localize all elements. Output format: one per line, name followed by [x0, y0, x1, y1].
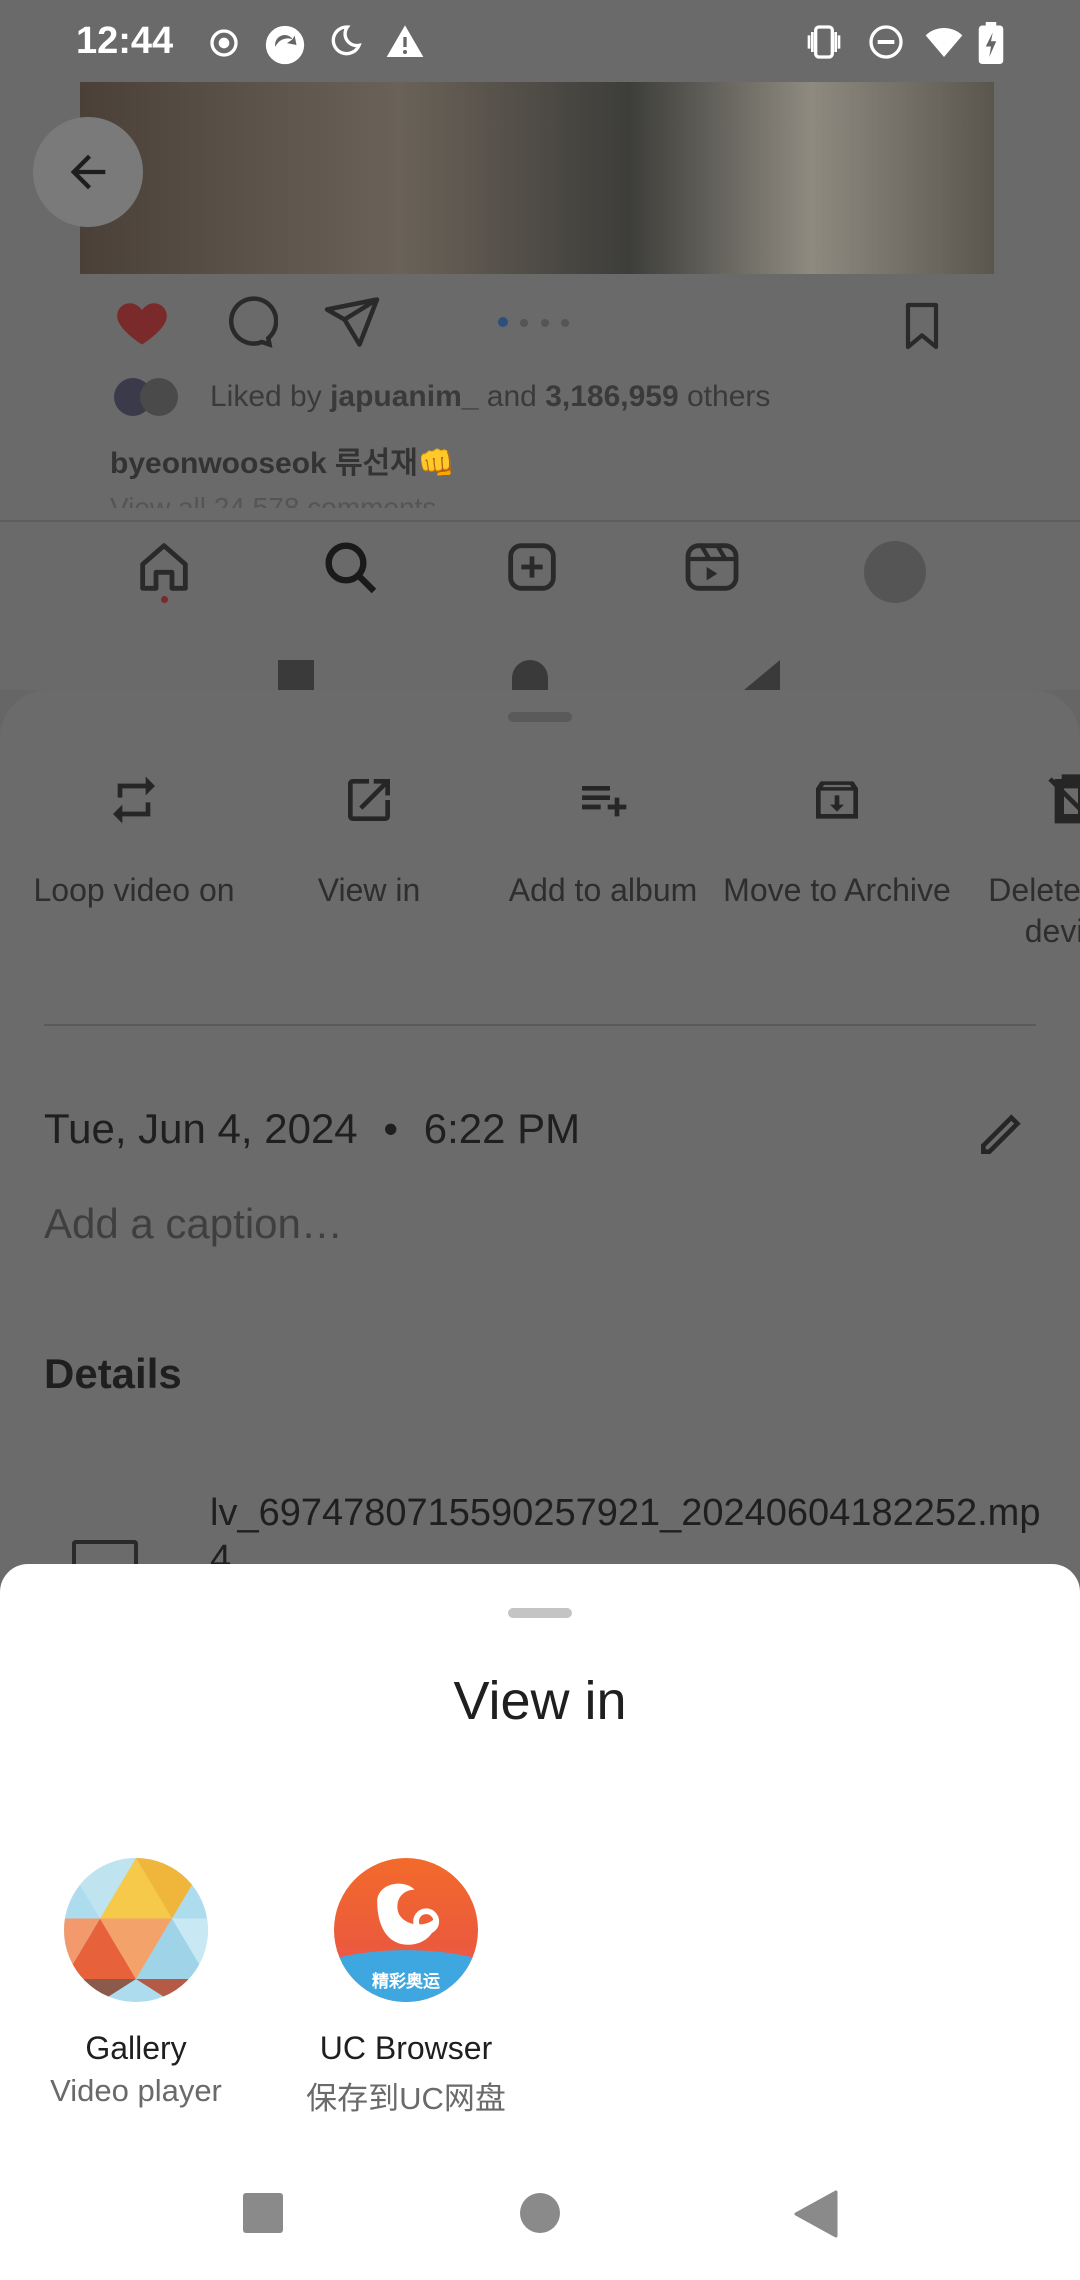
- record-icon: [210, 29, 238, 57]
- bookmark-icon: [905, 302, 939, 350]
- search-icon: [325, 542, 377, 594]
- recents-button[interactable]: [243, 2193, 283, 2233]
- battery-icon: [978, 22, 1004, 64]
- sheet-title: View in: [453, 1671, 627, 1731]
- background-nav-circle: [512, 660, 548, 690]
- gallery-app-icon: [64, 1858, 208, 2002]
- home-indicator-dot: [161, 596, 168, 603]
- back-nav-button[interactable]: [794, 2190, 838, 2238]
- loop-video-action[interactable]: Loop video on: [17, 770, 251, 911]
- loop-icon: [113, 776, 155, 824]
- details-heading: Details: [44, 1350, 182, 1397]
- photo-time: 6:22 PM: [423, 1105, 581, 1152]
- move-to-archive-label: Move to Archive: [723, 872, 951, 908]
- sheet-drag-handle[interactable]: [508, 1608, 572, 1618]
- post-photo: [80, 82, 994, 274]
- edit-icon[interactable]: [974, 1105, 1030, 1161]
- caption-input[interactable]: Add a caption…: [44, 1200, 343, 1248]
- warning-icon: [386, 25, 424, 57]
- back-button[interactable]: [33, 117, 143, 227]
- uc-browser-app-subtitle: 保存到UC网盘: [306, 2081, 506, 2116]
- home-button[interactable]: [520, 2193, 560, 2233]
- app-option-gallery[interactable]: Gallery Video player: [0, 1858, 272, 2109]
- night-mode-icon: [331, 25, 362, 56]
- app-notification-icon: [265, 25, 305, 65]
- screen: Liked by japuanim_ and 3,186,959 others …: [0, 0, 1080, 2280]
- heart-icon: [117, 303, 167, 345]
- arrow-left-icon: [70, 154, 106, 190]
- info-sheet-handle[interactable]: [508, 712, 572, 722]
- reels-icon: [685, 543, 739, 591]
- delete-device-icon: [1048, 774, 1080, 824]
- date-separator: •: [383, 1105, 399, 1152]
- liker-avatars: [114, 378, 192, 418]
- view-comments-link: View all 24,578 comments: [110, 492, 437, 508]
- create-post-icon: [508, 543, 556, 591]
- gallery-app-name: Gallery: [85, 2030, 187, 2066]
- post-username: byeonwooseok 류선재👊: [110, 447, 456, 480]
- gallery-app-subtitle: Video player: [50, 2073, 222, 2108]
- add-to-album-action[interactable]: Add to album: [486, 770, 720, 911]
- playlist-add-icon: [582, 786, 627, 817]
- move-to-archive-action[interactable]: Move to Archive: [720, 770, 954, 911]
- status-time: 12:44: [76, 20, 174, 62]
- status-bar: 12:44: [0, 0, 1080, 82]
- delete-from-device-action[interactable]: Delete from device: [954, 770, 1080, 952]
- comment-icon: [228, 296, 278, 348]
- profile-avatar: [864, 541, 926, 603]
- carousel-dots: [498, 314, 570, 332]
- view-in-label: View in: [317, 872, 421, 908]
- info-divider: [44, 1024, 1036, 1026]
- uc-browser-app-icon: 精彩奥运: [334, 1858, 478, 2002]
- background-nav-back: [744, 660, 780, 690]
- app-option-uc-browser[interactable]: 精彩奥运 UC Browser 保存到UC网盘: [270, 1858, 542, 2118]
- photo-date: Tue, Jun 4, 2024: [44, 1105, 358, 1152]
- share-icon: [324, 297, 380, 347]
- loop-video-label: Loop video on: [33, 872, 235, 908]
- background-nav-square: [278, 660, 314, 690]
- archive-icon: [816, 781, 858, 819]
- date-time-row: Tue, Jun 4, 2024 • 6:22 PM: [44, 1105, 580, 1153]
- add-to-album-label: Add to album: [508, 872, 698, 908]
- home-icon: [140, 543, 188, 591]
- uc-browser-app-name: UC Browser: [319, 2030, 493, 2066]
- delete-from-device-clip: Delete from device: [954, 770, 1080, 970]
- open-external-icon: [348, 779, 390, 821]
- wifi-icon: [925, 28, 963, 57]
- uc-browser-icon-badge: 精彩奥运: [372, 1972, 440, 1991]
- dnd-icon: [869, 25, 903, 59]
- delete-from-device-label: Delete from device: [988, 872, 1080, 949]
- liked-by-text: Liked by japuanim_ and 3,186,959 others: [210, 380, 771, 413]
- vibrate-icon: [807, 25, 841, 59]
- view-in-action[interactable]: View in: [252, 770, 486, 911]
